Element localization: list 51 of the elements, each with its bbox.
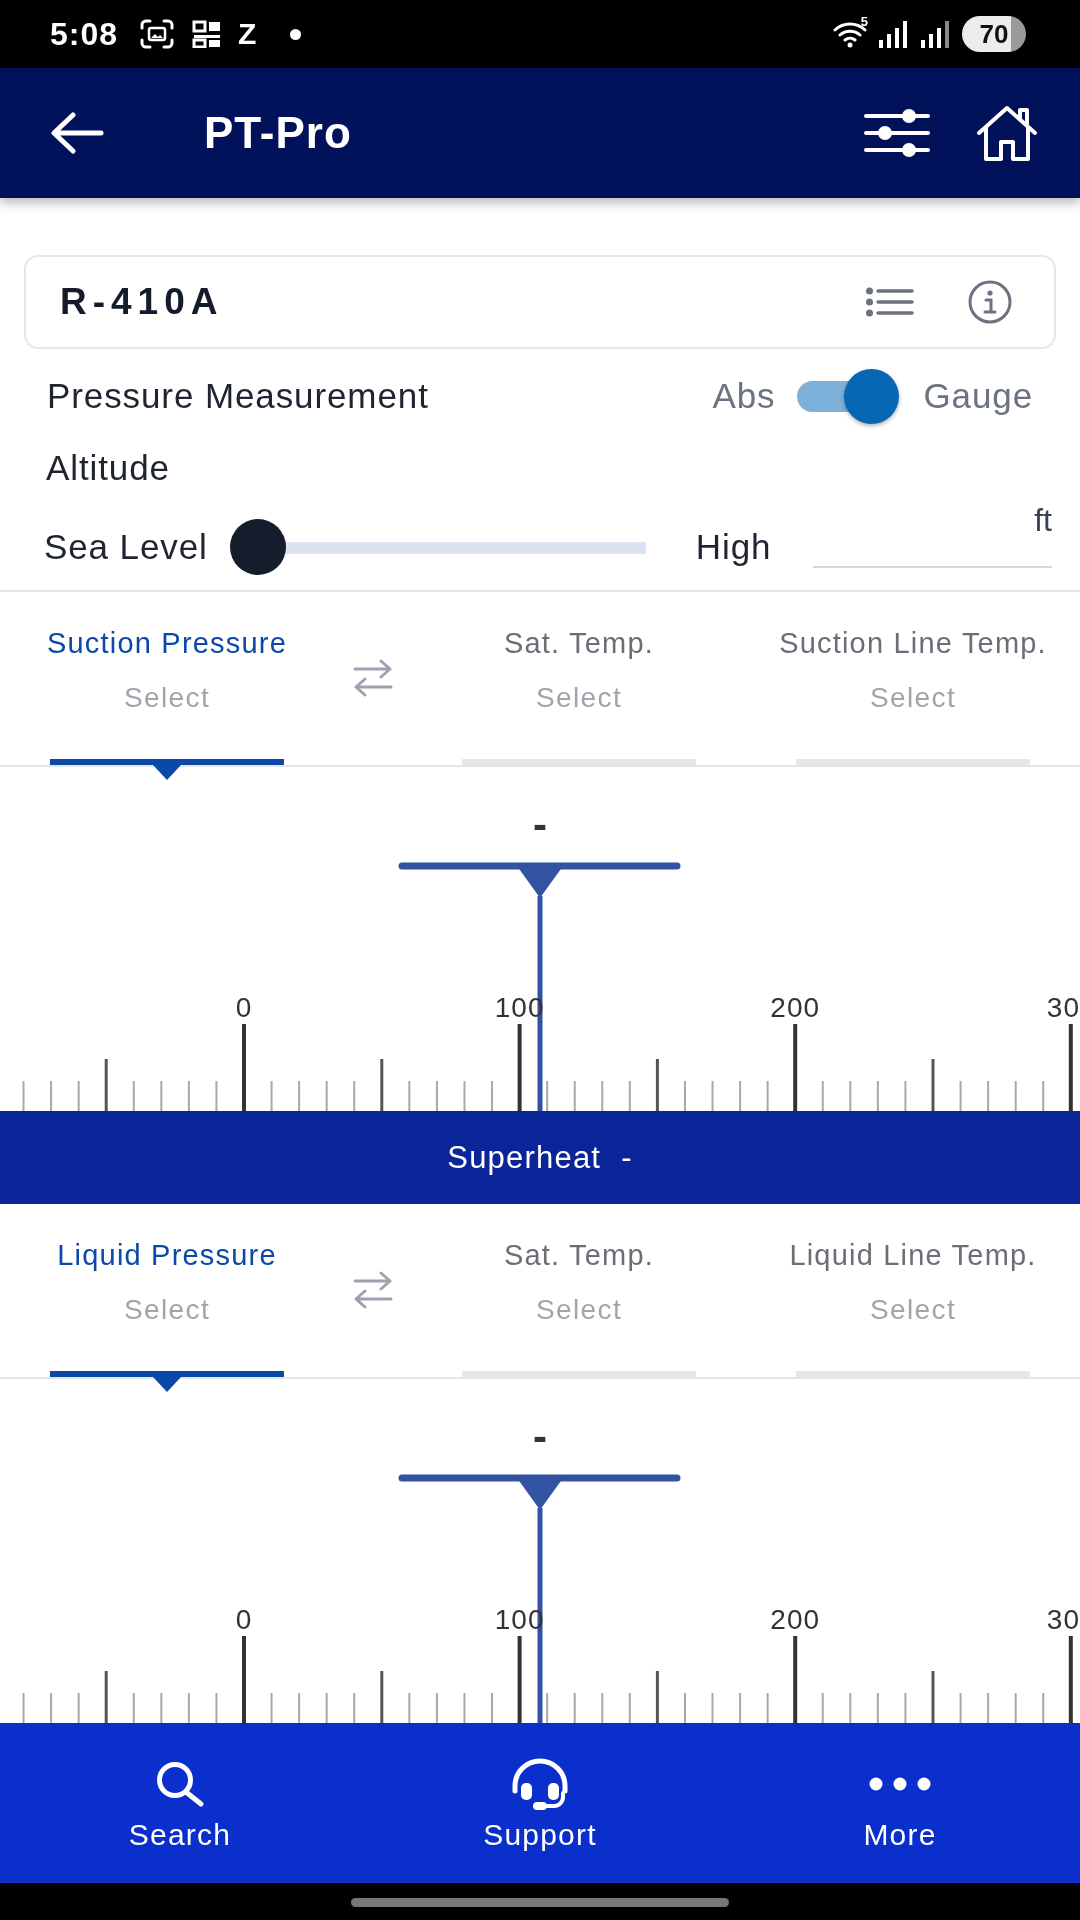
list-icon[interactable] — [866, 287, 914, 317]
notification-dot-icon — [290, 28, 302, 40]
gauge-reading: - — [533, 1412, 547, 1462]
result-value: - — [621, 1139, 633, 1176]
abs-label: Abs — [712, 376, 776, 416]
pointer-triangle-icon — [153, 765, 181, 780]
measurement-tab[interactable]: Suction Pressure Select — [0, 592, 334, 780]
support-nav-button[interactable]: Support — [360, 1723, 720, 1883]
scale-label: 30 — [1046, 1604, 1080, 1635]
back-arrow-icon — [50, 112, 104, 154]
altitude-input-field[interactable]: ft — [813, 502, 1052, 568]
search-nav-button[interactable]: Search — [0, 1723, 360, 1883]
signal-icon — [878, 20, 908, 48]
pressure-measurement-label: Pressure Measurement — [47, 376, 430, 416]
app-title: PT-Pro — [204, 108, 353, 158]
search-icon — [155, 1761, 205, 1807]
notification-glyph: Z — [238, 17, 257, 51]
home-button[interactable] — [975, 104, 1039, 162]
scale-label: 30 — [1046, 992, 1080, 1023]
refrigerant-card[interactable]: R-410A — [24, 255, 1056, 349]
scale-label: 0 — [235, 992, 253, 1023]
scale-label: 200 — [770, 1604, 821, 1635]
app-notification-icon — [192, 20, 223, 48]
high-label: High — [695, 527, 772, 567]
measurement-tab[interactable]: Sat. Temp. Select — [412, 592, 746, 780]
screenshot-icon — [140, 19, 175, 49]
measurement-tab[interactable]: Liquid Pressure Select — [0, 1204, 334, 1392]
pressure-mode-switch[interactable] — [797, 368, 900, 424]
scale-label: 0 — [235, 1604, 253, 1635]
measurement-tab[interactable]: Sat. Temp. Select — [412, 1204, 746, 1392]
more-nav-button[interactable]: More — [720, 1723, 1080, 1883]
gauge-reading: - — [533, 800, 547, 850]
network-type-label: 5 — [860, 14, 868, 29]
back-button[interactable] — [50, 112, 104, 154]
status-time: 5:08 — [50, 15, 119, 53]
scale-label: 200 — [770, 992, 821, 1023]
more-icon — [869, 1777, 931, 1791]
pointer-triangle-icon — [153, 1377, 181, 1392]
measurement-tab[interactable]: Liquid Line Temp. Select — [746, 1204, 1080, 1392]
info-icon[interactable] — [968, 280, 1012, 324]
refrigerant-name: R-410A — [60, 281, 225, 323]
altitude-label: Altitude — [46, 448, 170, 488]
gauge-label: Gauge — [923, 376, 1033, 416]
home-icon — [975, 104, 1039, 162]
sliders-icon — [863, 108, 931, 158]
measurement-tab[interactable]: Suction Line Temp. Select — [746, 592, 1080, 780]
battery-level: 70 — [962, 16, 1026, 52]
settings-button[interactable] — [863, 108, 931, 158]
sea-level-label: Sea Level — [44, 527, 208, 567]
result-label: Superheat — [447, 1139, 602, 1176]
signal-icon — [920, 20, 950, 48]
